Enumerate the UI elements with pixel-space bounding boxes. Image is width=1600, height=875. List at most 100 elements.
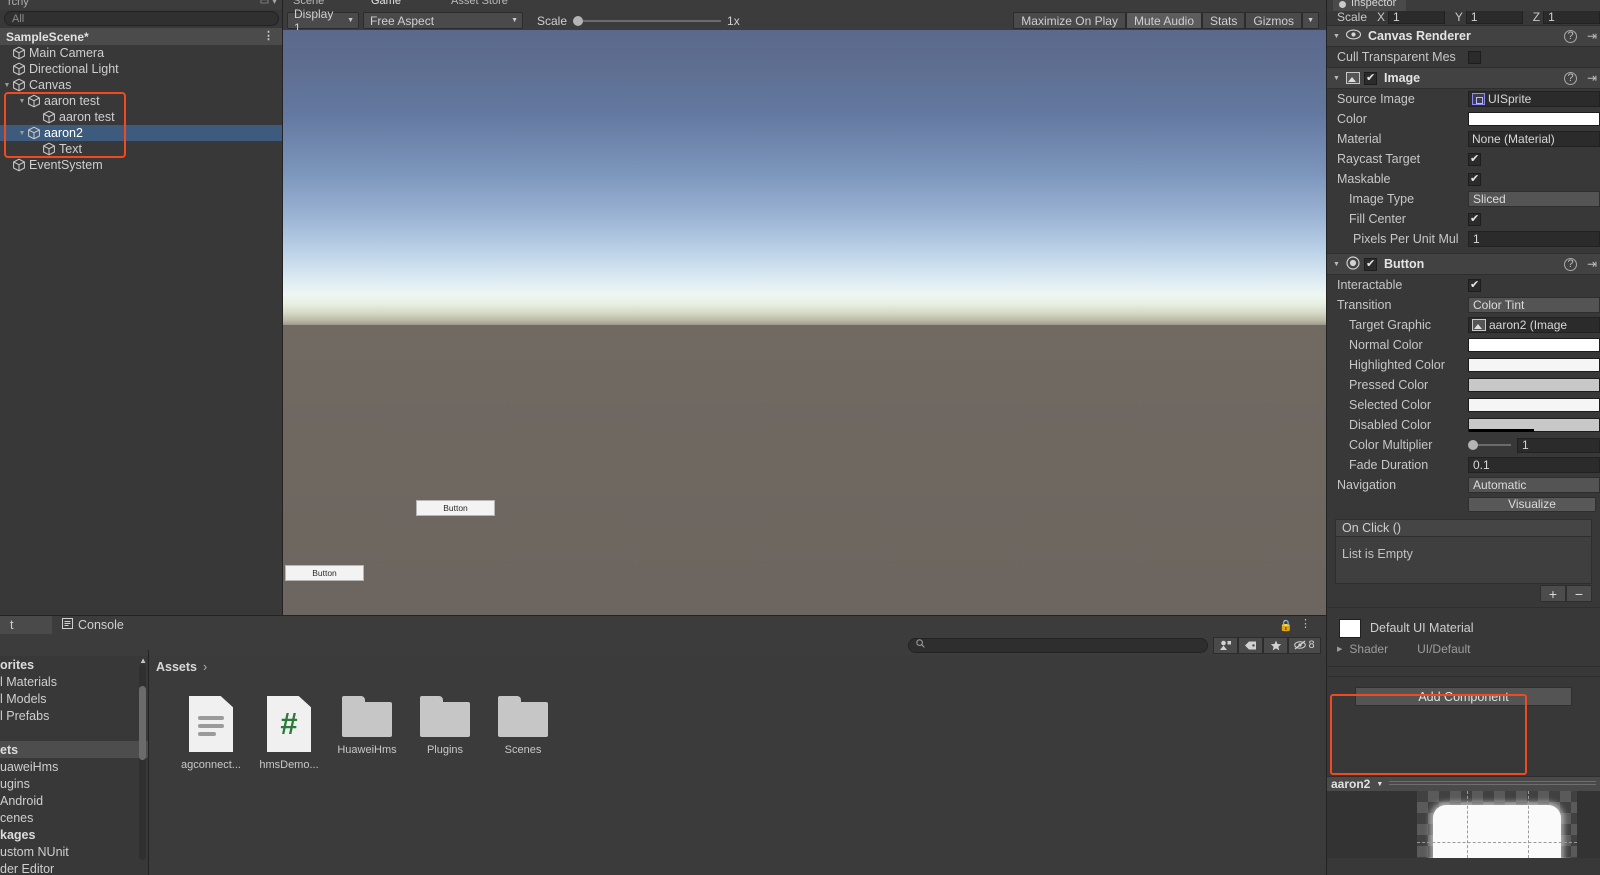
help-icon[interactable]: ? — [1564, 29, 1577, 43]
hierarchy-item-aaron2[interactable]: ▼ aaron2 — [0, 125, 283, 141]
image-enabled-checkbox[interactable] — [1364, 71, 1377, 85]
material-object-field[interactable]: None (Material) — [1468, 131, 1600, 147]
avatar-filter-icon[interactable] — [1213, 636, 1238, 654]
project-tree-item[interactable]: ugins — [0, 775, 148, 792]
label-filter-icon[interactable] — [1238, 636, 1263, 654]
hierarchy-item-canvas[interactable]: ▼ Canvas — [0, 77, 283, 93]
hierarchy-item-main-camera[interactable]: ▼Main Camera — [0, 45, 283, 61]
tab-asset-store[interactable]: Asset Store — [451, 0, 508, 7]
preview-header[interactable]: aaron2 ▼ — [1327, 776, 1600, 791]
disabled-color-swatch[interactable] — [1468, 418, 1600, 432]
maskable-checkbox[interactable] — [1468, 172, 1481, 186]
scale-x-field[interactable]: 1 — [1388, 9, 1445, 24]
slider-handle[interactable] — [1468, 440, 1478, 450]
favorite-filter-icon[interactable] — [1263, 636, 1288, 654]
button-enabled-checkbox[interactable] — [1364, 257, 1377, 271]
preset-icon[interactable]: ⇥ — [1587, 29, 1597, 43]
navigation-dropdown[interactable]: Automatic — [1468, 477, 1600, 493]
collapse-triangle-icon[interactable]: ▼ — [1331, 33, 1342, 40]
tab-console[interactable]: Console — [52, 616, 134, 634]
mute-audio-button[interactable]: Mute Audio — [1125, 12, 1203, 29]
project-tree-item[interactable]: der Editor — [0, 860, 148, 875]
highlighted-color-swatch[interactable] — [1468, 358, 1600, 372]
color-multiplier-slider[interactable] — [1468, 440, 1512, 450]
gizmos-dropdown-icon[interactable]: ▼ — [1302, 12, 1319, 29]
scale-slider[interactable] — [573, 15, 722, 26]
cull-transparent-mesh-checkbox[interactable] — [1468, 50, 1481, 64]
asset-item[interactable]: Plugins — [406, 696, 484, 771]
project-tree-item[interactable]: orites — [0, 656, 148, 673]
game-ui-button-0[interactable]: Button — [416, 500, 495, 516]
chevron-down-icon[interactable]: ▼ — [1376, 781, 1383, 788]
project-tree-item[interactable]: ets — [0, 741, 148, 758]
disclosure-triangle-icon[interactable]: ▼ — [2, 82, 12, 89]
hierarchy-item-text[interactable]: ▼Text — [0, 141, 283, 157]
asset-item[interactable]: agconnect... — [172, 696, 250, 771]
kebab-icon[interactable]: ⋮ — [263, 30, 274, 42]
display-dropdown[interactable]: Display 1 ▼ — [287, 7, 359, 35]
project-search-input[interactable] — [908, 637, 1208, 653]
canvas-renderer-header[interactable]: ▼ Canvas Renderer ? ⇥ — [1327, 25, 1600, 47]
material-row[interactable]: Default UI Material — [1327, 616, 1600, 640]
scale-y-field[interactable]: 1 — [1465, 9, 1523, 24]
project-tree-scrollbar[interactable] — [139, 664, 146, 860]
breadcrumb[interactable]: Assets › — [148, 656, 1327, 678]
add-event-button[interactable]: + — [1540, 585, 1566, 602]
asset-item[interactable]: HuaweiHms — [328, 696, 406, 771]
hierarchy-search-input[interactable]: All — [4, 11, 279, 26]
hierarchy-item-aaron-test[interactable]: ▼aaron test — [0, 109, 283, 125]
disclosure-triangle-icon[interactable]: ▼ — [17, 98, 27, 105]
transition-dropdown[interactable]: Color Tint — [1468, 297, 1600, 313]
kebab-icon[interactable]: ⋮ — [1300, 617, 1311, 630]
add-component-button[interactable]: Add Component — [1355, 687, 1572, 706]
project-tree-item[interactable]: l Models — [0, 690, 148, 707]
project-tree-item[interactable]: Android — [0, 792, 148, 809]
pressed-color-swatch[interactable] — [1468, 378, 1600, 392]
help-icon[interactable]: ? — [1564, 71, 1577, 85]
scale-z-field[interactable]: 1 — [1543, 9, 1600, 24]
tab-project[interactable]: t — [0, 616, 52, 634]
preset-icon[interactable]: ⇥ — [1587, 257, 1597, 271]
hierarchy-tab[interactable]: rchy — [8, 0, 29, 8]
button-component-header[interactable]: ▼ Button ? ⇥ — [1327, 253, 1600, 275]
scale-slider-handle[interactable] — [573, 15, 584, 26]
game-render-area[interactable]: Button Button — [283, 30, 1327, 616]
gizmos-button[interactable]: Gizmos — [1245, 12, 1303, 29]
lock-icon[interactable]: 🔒 — [1279, 619, 1293, 632]
collapse-triangle-icon[interactable]: ▼ — [1331, 261, 1342, 268]
preset-icon[interactable]: ⇥ — [1587, 71, 1597, 85]
color-multiplier-field[interactable]: 1 — [1517, 437, 1600, 453]
project-tree-item[interactable] — [0, 724, 148, 741]
scene-row[interactable]: SampleScene* ⋮ — [0, 28, 283, 45]
preview-grip[interactable] — [1389, 781, 1596, 787]
collapse-triangle-icon[interactable]: ▼ — [1331, 75, 1342, 82]
shader-row[interactable]: ▶ Shader UI/Default — [1327, 640, 1600, 657]
hierarchy-tab-icons[interactable]: ▭ ▾ — [260, 0, 277, 7]
aspect-dropdown[interactable]: Free Aspect ▼ — [363, 12, 523, 29]
project-tree-item[interactable]: l Materials — [0, 673, 148, 690]
fill-center-checkbox[interactable] — [1468, 212, 1481, 226]
project-tree-item[interactable]: cenes — [0, 809, 148, 826]
image-component-header[interactable]: ▼ Image ? ⇥ — [1327, 67, 1600, 89]
project-tree-item[interactable]: kages — [0, 826, 148, 843]
selected-color-swatch[interactable] — [1468, 398, 1600, 412]
maximize-on-play-button[interactable]: Maximize On Play — [1013, 12, 1126, 29]
fade-duration-field[interactable]: 0.1 — [1468, 457, 1600, 473]
project-tree-item[interactable]: l Prefabs — [0, 707, 148, 724]
pixels-per-unit-mul-field[interactable]: 1 — [1468, 231, 1600, 247]
help-icon[interactable]: ? — [1564, 257, 1577, 271]
normal-color-swatch[interactable] — [1468, 338, 1600, 352]
disclosure-triangle-icon[interactable]: ▼ — [17, 130, 27, 137]
asset-item[interactable]: # hmsDemo... — [250, 696, 328, 771]
raycast-target-checkbox[interactable] — [1468, 152, 1481, 166]
asset-item[interactable]: Scenes — [484, 696, 562, 771]
hierarchy-item-eventsystem[interactable]: ▼EventSystem — [0, 157, 283, 173]
hierarchy-item-aaron-test[interactable]: ▼aaron test — [0, 93, 283, 109]
expand-triangle-icon[interactable]: ▶ — [1337, 645, 1342, 653]
project-tree-item[interactable]: ustom NUnit — [0, 843, 148, 860]
visualize-button[interactable]: Visualize — [1468, 496, 1596, 512]
hierarchy-item-directional-light[interactable]: ▼Directional Light — [0, 61, 283, 77]
hidden-filter-icon[interactable]: 8 — [1288, 636, 1321, 654]
breadcrumb-assets[interactable]: Assets — [156, 660, 197, 674]
color-swatch[interactable] — [1468, 112, 1600, 126]
